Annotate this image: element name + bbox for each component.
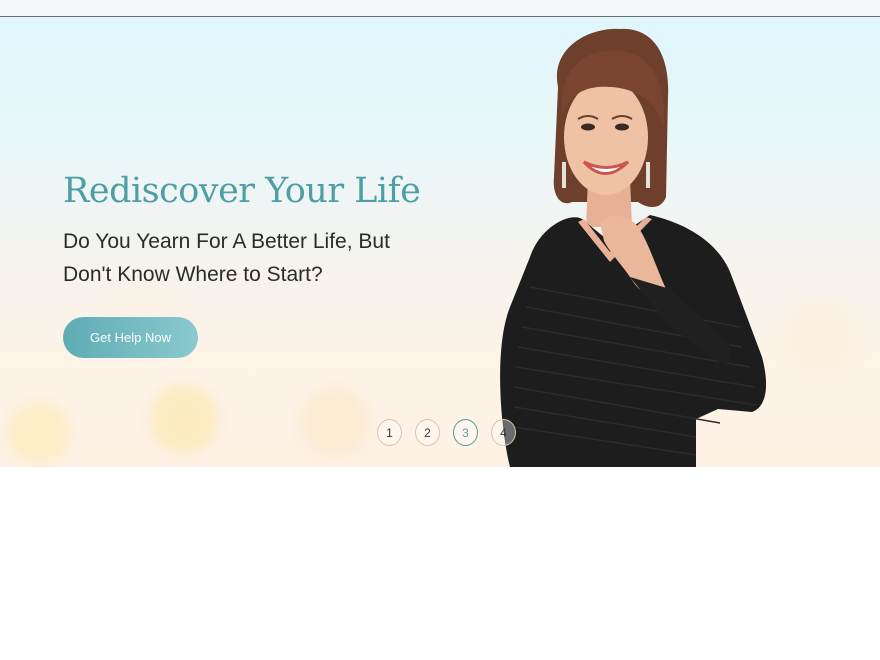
slide-dot-3[interactable]: 3 xyxy=(453,419,478,446)
slide-dot-4[interactable]: 4 xyxy=(491,419,516,446)
slide-dot-1[interactable]: 1 xyxy=(377,419,402,446)
bokeh-light xyxy=(8,402,70,464)
hero-banner: Rediscover Your Life Do You Yearn For A … xyxy=(0,17,880,467)
bokeh-light xyxy=(150,385,218,453)
slider-pagination: 1 2 3 4 xyxy=(377,419,516,446)
hero-subheadline: Do You Yearn For A Better Life, But Don'… xyxy=(63,225,443,291)
get-help-now-button[interactable]: Get Help Now xyxy=(63,317,198,358)
top-bar xyxy=(0,0,880,17)
hero-headline: Rediscover Your Life xyxy=(63,171,421,211)
slide-dot-2[interactable]: 2 xyxy=(415,419,440,446)
bokeh-light xyxy=(300,387,370,457)
subhead-line-1: Do You Yearn For A Better Life, But xyxy=(63,230,390,253)
hero-portrait-image xyxy=(500,28,767,467)
bokeh-light xyxy=(780,297,860,377)
subhead-line-2: Don't Know Where to Start? xyxy=(63,263,323,286)
